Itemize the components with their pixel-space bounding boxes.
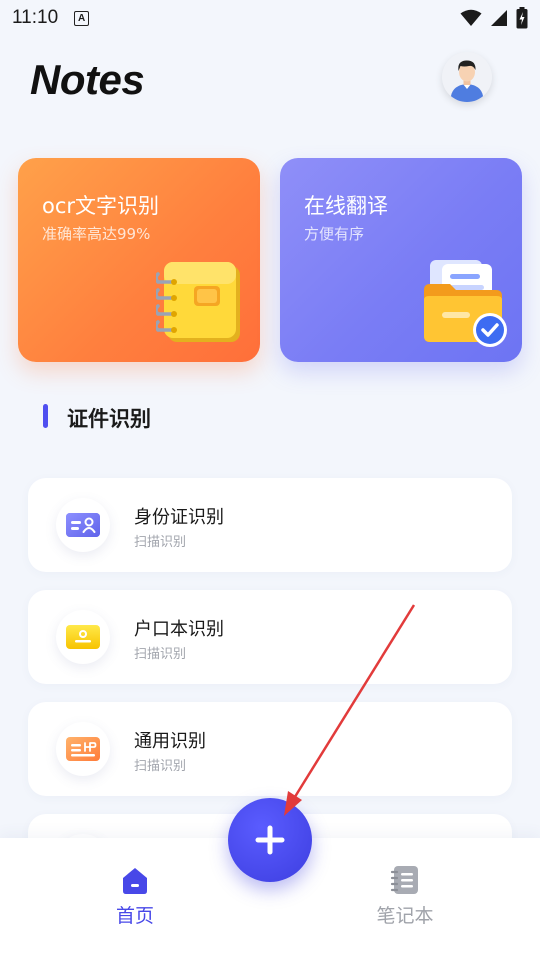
household-register-icon xyxy=(66,625,100,649)
section-accent-bar xyxy=(43,404,48,428)
list-item-general[interactable]: 通用识别 扫描识别 xyxy=(28,702,512,796)
list-item-subtitle: 扫描识别 xyxy=(134,759,187,774)
notification-app-icon: A xyxy=(74,10,90,26)
translate-card-subtitle: 方便有序 xyxy=(304,225,365,243)
list-item-household-register[interactable]: 户口本识别 扫描识别 xyxy=(28,590,512,684)
status-icons xyxy=(460,7,528,29)
list-item-id-card[interactable]: 身份证识别 扫描识别 xyxy=(28,478,512,572)
general-icon-wrap xyxy=(56,722,110,776)
id-card-icon xyxy=(66,513,100,537)
notebook-nav-icon xyxy=(390,866,418,894)
id-card-icon-wrap xyxy=(56,498,110,552)
user-avatar[interactable] xyxy=(442,52,492,102)
home-icon xyxy=(123,868,147,894)
household-register-icon-wrap xyxy=(56,610,110,664)
status-bar: 11:10 A xyxy=(0,0,540,36)
ocr-card[interactable]: ocr文字识别 准确率高达99% xyxy=(18,158,260,362)
ocr-card-subtitle: 准确率高达99% xyxy=(42,225,151,243)
user-avatar-icon xyxy=(442,52,492,102)
battery-charging-icon xyxy=(516,7,528,29)
general-recognition-icon xyxy=(66,737,100,761)
folder-check-icon xyxy=(424,260,507,347)
cellular-signal-icon xyxy=(491,10,507,26)
section-title: 证件识别 xyxy=(67,407,151,431)
list-item-title: 身份证识别 xyxy=(134,507,224,528)
nav-home[interactable]: 首页 xyxy=(75,838,195,938)
translate-card[interactable]: 在线翻译 方便有序 xyxy=(280,158,522,362)
notebook-icon xyxy=(156,262,240,342)
status-time: 11:10 xyxy=(12,7,59,28)
plus-icon xyxy=(255,825,285,855)
list-item-title: 通用识别 xyxy=(134,731,206,752)
wifi-icon xyxy=(460,9,482,26)
nav-notebook-label: 笔记本 xyxy=(376,905,434,927)
nav-home-label: 首页 xyxy=(115,905,154,927)
add-button[interactable] xyxy=(228,798,312,882)
list-item-subtitle: 扫描识别 xyxy=(134,647,187,662)
ocr-card-title: ocr文字识别 xyxy=(42,194,160,218)
list-item-title: 户口本识别 xyxy=(134,619,224,640)
translate-card-title: 在线翻译 xyxy=(304,194,388,218)
nav-notebook[interactable]: 笔记本 xyxy=(345,838,465,938)
list-item-subtitle: 扫描识别 xyxy=(134,535,187,550)
app-title: Notes xyxy=(30,56,145,103)
